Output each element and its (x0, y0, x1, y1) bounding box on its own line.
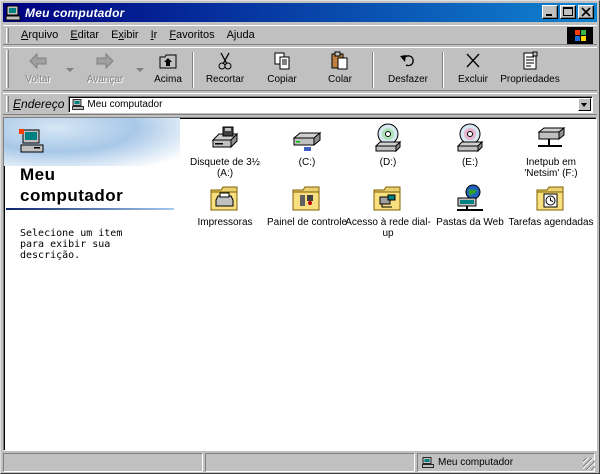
delete-button[interactable]: Excluir (447, 48, 499, 90)
menu-ajuda[interactable]: Ajuda (221, 29, 261, 41)
undo-icon (397, 51, 419, 71)
item-dialup-networking[interactable]: Acesso à rede dial-up (345, 182, 431, 239)
windows-logo-icon (567, 27, 593, 44)
item-drive-d[interactable]: (D:) (345, 122, 431, 168)
item-web-folders[interactable]: Pastas da Web (427, 182, 513, 228)
maximize-button[interactable] (560, 5, 576, 19)
explorer-window: Meu computador Arquivo Editar Exibir Ir … (0, 0, 600, 474)
close-button[interactable] (578, 5, 594, 19)
toolbar-separator (372, 52, 374, 88)
item-printers[interactable]: Impressoras (182, 182, 268, 228)
toolbar-grip[interactable] (6, 50, 9, 88)
info-pane-title: Meu computador (20, 165, 124, 205)
status-zone-cell: Meu computador (417, 453, 595, 472)
menu-editar[interactable]: Editar (64, 29, 105, 41)
status-text-cell (3, 453, 203, 472)
close-icon (581, 7, 591, 17)
status-info-cell (205, 453, 415, 472)
item-floppy-a[interactable]: Disquete de 3½ (A:) (182, 122, 268, 179)
my-computer-icon (422, 457, 434, 468)
status-bar: Meu computador (3, 453, 597, 472)
up-button[interactable]: Acima (147, 48, 189, 90)
my-computer-icon[interactable] (5, 5, 21, 21)
hard-drive-icon (291, 122, 323, 154)
forward-history-dropdown[interactable] (133, 48, 147, 90)
item-scheduled-tasks[interactable]: Tarefas agendadas (508, 182, 594, 228)
minimize-icon (546, 14, 552, 16)
cd-drive-icon (454, 122, 486, 154)
folder-view: Meu computador Selecione um item para ex… (3, 117, 597, 451)
address-input[interactable]: Meu computador (68, 95, 593, 113)
item-control-panel[interactable]: Painel de controle (264, 182, 350, 228)
address-value: Meu computador (87, 98, 163, 110)
title-bar[interactable]: Meu computador (3, 3, 597, 22)
toolbar-separator (442, 52, 444, 88)
item-network-drive-f[interactable]: Inetpub em 'Netsim' (F:) (508, 122, 594, 179)
copy-button[interactable]: Copiar (253, 48, 311, 90)
window-title: Meu computador (25, 5, 125, 20)
minimize-button[interactable] (542, 5, 558, 19)
status-location: Meu computador (438, 457, 514, 468)
menu-ir[interactable]: Ir (145, 29, 164, 41)
address-bar: Endereço Meu computador (3, 93, 597, 115)
menu-favoritos[interactable]: Favoritos (163, 29, 220, 41)
properties-icon (519, 51, 541, 71)
web-view-info-pane: Meu computador Selecione um item para ex… (4, 118, 180, 450)
back-button[interactable]: Voltar (13, 48, 63, 90)
forward-button[interactable]: Avançar (77, 48, 133, 90)
paste-icon (329, 51, 351, 71)
dialup-folder-icon (372, 182, 404, 214)
menu-arquivo[interactable]: Arquivo (15, 29, 64, 41)
address-dropdown-button[interactable] (578, 97, 591, 111)
my-computer-icon (18, 128, 46, 156)
address-grip[interactable] (6, 96, 9, 112)
menu-grip[interactable] (6, 27, 9, 43)
item-grid: Disquete de 3½ (A:) (C:) (D:) (E:) Inetp… (182, 122, 596, 450)
address-label: Endereço (13, 97, 65, 111)
item-drive-e[interactable]: (E:) (427, 122, 513, 168)
scissors-icon (214, 51, 236, 71)
floppy-drive-icon (209, 122, 241, 154)
maximize-icon (563, 7, 573, 16)
web-folders-icon (454, 182, 486, 214)
back-history-dropdown[interactable] (63, 48, 77, 90)
undo-button[interactable]: Desfazer (377, 48, 439, 90)
delete-x-icon (462, 51, 484, 71)
copy-icon (271, 51, 293, 71)
cut-button[interactable]: Recortar (197, 48, 253, 90)
my-computer-icon (72, 98, 85, 110)
cd-drive-icon (372, 122, 404, 154)
network-drive-icon (535, 122, 567, 154)
resize-grip[interactable] (583, 458, 595, 470)
menu-bar: Arquivo Editar Exibir Ir Favoritos Ajuda (3, 25, 597, 45)
control-panel-folder-icon (291, 182, 323, 214)
up-folder-icon (157, 51, 179, 71)
paste-button[interactable]: Colar (311, 48, 369, 90)
standard-toolbar: Voltar Avançar Acima Recortar Copiar Col… (3, 47, 597, 91)
item-drive-c[interactable]: (C:) (264, 122, 350, 168)
printers-folder-icon (209, 182, 241, 214)
scheduled-tasks-folder-icon (535, 182, 567, 214)
properties-button[interactable]: Propriedades (499, 48, 561, 90)
info-pane-description: Selecione um item para exibir sua descri… (20, 228, 123, 261)
info-pane-divider (6, 208, 174, 210)
toolbar-separator (192, 52, 194, 88)
back-arrow-icon (27, 51, 49, 71)
menu-exibir[interactable]: Exibir (105, 29, 145, 41)
forward-arrow-icon (94, 51, 116, 71)
